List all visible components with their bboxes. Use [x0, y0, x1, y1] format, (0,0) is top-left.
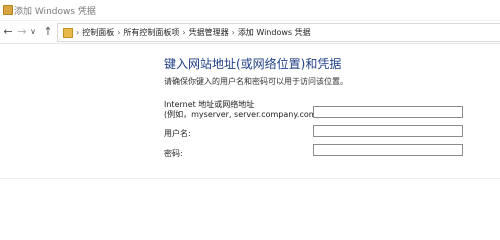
main-content: 键入网站地址(或网络位置)和凭据 请确保你键入的用户名和密码可以用于访问该位置。… [0, 44, 500, 231]
title-bar: 添加 Windows 凭据 [0, 0, 500, 21]
breadcrumb-credential-manager[interactable]: 凭据管理器 [189, 27, 229, 38]
credential-icon [3, 5, 13, 15]
username-label: 用户名: [164, 129, 191, 138]
up-arrow-icon[interactable]: ↑ [41, 24, 55, 40]
instruction-text: 请确保你键入的用户名和密码可以用于访问该位置。 [164, 77, 348, 86]
control-panel-icon [63, 28, 73, 38]
breadcrumb-all-items[interactable]: 所有控制面板项 [123, 27, 179, 38]
password-label: 密码: [164, 149, 183, 158]
back-arrow-icon[interactable]: ← [1, 24, 15, 40]
password-input[interactable] [313, 144, 463, 156]
page-title: 键入网站地址(或网络位置)和凭据 [164, 57, 342, 71]
chevron-right-icon[interactable]: › [117, 28, 120, 37]
chevron-right-icon[interactable]: › [76, 28, 79, 37]
address-example-label: (例如，myserver, server.company.com): [164, 110, 323, 119]
window-title: 添加 Windows 凭据 [14, 7, 96, 17]
chevron-down-icon[interactable]: ∨ [28, 24, 38, 40]
address-input[interactable] [313, 106, 463, 118]
username-input[interactable] [313, 125, 463, 137]
chevron-right-icon[interactable]: › [232, 28, 235, 37]
forward-arrow-icon[interactable]: → [15, 24, 29, 40]
chevron-right-icon[interactable]: › [182, 28, 185, 37]
breadcrumb-control-panel[interactable]: 控制面板 [82, 27, 114, 38]
breadcrumb-add-credential[interactable]: 添加 Windows 凭据 [238, 27, 311, 38]
navigation-bar: ← → ∨ ↑ › 控制面板 › 所有控制面板项 › 凭据管理器 › 添加 Wi… [0, 21, 500, 44]
divider [0, 178, 500, 179]
address-box[interactable]: › 控制面板 › 所有控制面板项 › 凭据管理器 › 添加 Windows 凭据 [57, 23, 500, 42]
breadcrumb: › 控制面板 › 所有控制面板项 › 凭据管理器 › 添加 Windows 凭据 [76, 27, 311, 38]
